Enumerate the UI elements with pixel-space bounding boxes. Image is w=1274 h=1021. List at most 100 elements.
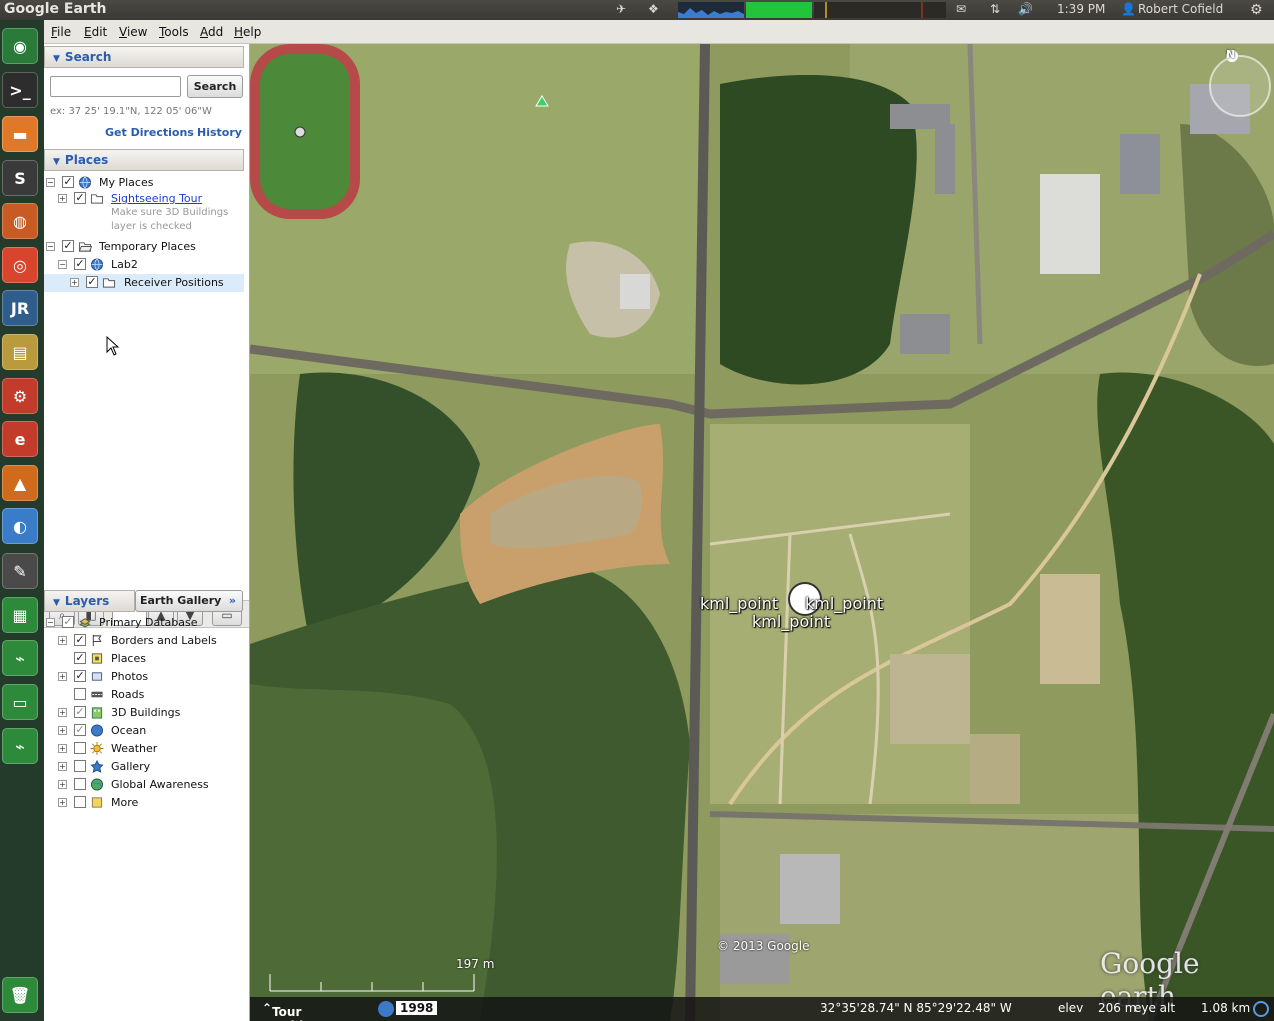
launcher-matlab-icon[interactable]: ▲ — [2, 465, 38, 501]
collapse-icon[interactable]: − — [46, 178, 55, 187]
layer-places[interactable]: ✓ Places — [44, 650, 244, 668]
collapse-icon[interactable]: − — [46, 242, 55, 251]
layer-more[interactable]: + More — [44, 794, 244, 812]
sightseeing-tour-link[interactable]: Sightseeing Tour — [111, 192, 202, 205]
checkbox[interactable]: ✓ — [74, 652, 86, 664]
checkbox[interactable] — [74, 760, 86, 772]
kml-point-label[interactable]: kml_point — [700, 594, 778, 613]
tour-guide-button[interactable]: ⌃ Tour Guide — [262, 1001, 311, 1021]
folder-icon — [102, 278, 116, 288]
launcher-files-icon[interactable]: ▬ — [2, 116, 38, 152]
launcher-sublime-icon[interactable]: S — [2, 160, 38, 196]
mail-icon[interactable]: ✉ — [956, 2, 966, 16]
earth-gallery-button[interactable]: Earth Gallery » — [135, 590, 243, 612]
launcher-trash-icon[interactable]: 🗑 — [2, 977, 38, 1013]
checkbox[interactable] — [74, 796, 86, 808]
collapse-triangle-icon: ▼ — [53, 598, 60, 608]
checkbox[interactable]: ✓ — [74, 258, 86, 270]
menu-add[interactable]: Add — [200, 25, 223, 39]
tree-item-lab2[interactable]: − ✓ Lab2 — [44, 256, 244, 274]
expand-icon[interactable]: + — [58, 672, 67, 681]
menu-help[interactable]: Help — [234, 25, 261, 39]
tree-item-receiver-positions[interactable]: + ✓ Receiver Positions — [44, 274, 244, 292]
expand-icon[interactable]: + — [58, 798, 67, 807]
layer-roads[interactable]: Roads — [44, 686, 244, 704]
checkbox[interactable]: ✓ — [74, 634, 86, 646]
user-name[interactable]: Robert Cofield — [1138, 2, 1223, 16]
launcher-usb2-icon[interactable]: ⌁ — [2, 728, 38, 764]
checkbox[interactable]: ✓ — [74, 724, 86, 736]
tree-item-temporary-places[interactable]: − ✓ Temporary Places — [44, 238, 244, 256]
expand-icon[interactable]: + — [58, 726, 67, 735]
compass-ring[interactable] — [1209, 55, 1271, 117]
launcher-evince-icon[interactable]: e — [2, 421, 38, 457]
layer-photos[interactable]: + ✓ Photos — [44, 668, 244, 686]
map-view[interactable]: N kml_point kml_point kml_point © 2013 G… — [250, 44, 1274, 1021]
layer-3d-buildings[interactable]: + ✓ 3D Buildings — [44, 704, 244, 722]
menu-tools[interactable]: Tools — [159, 25, 189, 39]
search-panel-header[interactable]: ▼ Search — [44, 46, 244, 68]
launcher-archive-icon[interactable]: ▤ — [2, 334, 38, 370]
layer-weather[interactable]: + Weather — [44, 740, 244, 758]
user-icon[interactable]: 👤 — [1121, 2, 1136, 16]
launcher-workspace-icon[interactable]: ▦ — [2, 597, 38, 633]
launcher-drive-icon[interactable]: ▭ — [2, 684, 38, 720]
layers-panel-header[interactable]: ▼ Layers — [44, 590, 135, 612]
checkbox[interactable] — [74, 688, 86, 700]
kml-point-label[interactable]: kml_point — [752, 612, 830, 631]
launcher-terminal-icon[interactable]: >_ — [2, 72, 38, 108]
places-panel-header[interactable]: ▼ Places — [44, 149, 244, 171]
launcher-usb-icon[interactable]: ⌁ — [2, 640, 38, 676]
kml-point-label[interactable]: kml_point — [805, 594, 883, 613]
dropbox-icon[interactable]: ❖ — [648, 2, 659, 16]
system-monitor-mem-graph[interactable] — [746, 2, 812, 18]
checkbox[interactable]: ✓ — [74, 192, 86, 204]
get-directions-link[interactable]: Get Directions — [105, 126, 194, 139]
launcher-dash-icon[interactable]: ◉ — [2, 28, 38, 64]
history-link[interactable]: History — [197, 126, 242, 139]
settings-gear-icon[interactable]: ⚙ — [1250, 2, 1263, 18]
checkbox[interactable]: ✓ — [86, 276, 98, 288]
checkbox[interactable]: ✓ — [62, 176, 74, 188]
collapse-icon[interactable]: − — [58, 260, 67, 269]
checkbox[interactable] — [74, 742, 86, 754]
layer-ocean[interactable]: + ✓ Ocean — [44, 722, 244, 740]
layer-global-awareness[interactable]: + Global Awareness — [44, 776, 244, 794]
checkbox[interactable]: ✓ — [74, 706, 86, 718]
checkbox[interactable]: ✓ — [62, 240, 74, 252]
system-monitor-net-graph[interactable] — [814, 2, 946, 18]
checkbox[interactable] — [74, 778, 86, 790]
expand-icon[interactable]: + — [58, 762, 67, 771]
historical-imagery-clock-icon[interactable] — [378, 1001, 394, 1017]
network-icon[interactable]: ✈ — [616, 2, 626, 16]
poi-marker-icon[interactable] — [294, 126, 306, 138]
layer-borders-and-labels[interactable]: + ✓ Borders and Labels — [44, 632, 244, 650]
launcher-editor-icon[interactable]: ✎ — [2, 553, 38, 589]
layer-gallery[interactable]: + Gallery — [44, 758, 244, 776]
layer-primary-database[interactable]: − ✓ Primary Database — [44, 614, 244, 632]
collapse-icon[interactable]: − — [46, 618, 55, 627]
expand-icon[interactable]: + — [58, 708, 67, 717]
clock[interactable]: 1:39 PM — [1057, 2, 1105, 16]
expand-icon[interactable]: + — [58, 194, 67, 203]
expand-icon[interactable]: + — [58, 744, 67, 753]
menu-view[interactable]: View — [119, 25, 147, 39]
search-input[interactable] — [50, 76, 181, 97]
checkbox[interactable]: ✓ — [74, 670, 86, 682]
expand-icon[interactable]: + — [70, 278, 79, 287]
launcher-firefox-icon[interactable]: ◍ — [2, 203, 38, 239]
menu-edit[interactable]: Edit — [84, 25, 107, 39]
launcher-chrome-icon[interactable]: ◎ — [2, 247, 38, 283]
launcher-google-earth-icon[interactable]: ◐ — [2, 508, 38, 544]
volume-icon[interactable]: 🔊 — [1018, 2, 1033, 16]
search-button[interactable]: Search — [187, 75, 243, 98]
menu-file[interactable]: File — [51, 25, 71, 39]
network-transfer-icon[interactable]: ⇅ — [990, 2, 1000, 16]
launcher-jabref-icon[interactable]: JR — [2, 290, 38, 326]
checkbox[interactable]: ✓ — [62, 616, 74, 628]
launcher-settings-icon[interactable]: ⚙ — [2, 378, 38, 414]
system-monitor-cpu-graph[interactable] — [678, 2, 744, 18]
satellite-imagery[interactable] — [250, 44, 1274, 1021]
expand-icon[interactable]: + — [58, 780, 67, 789]
expand-icon[interactable]: + — [58, 636, 67, 645]
